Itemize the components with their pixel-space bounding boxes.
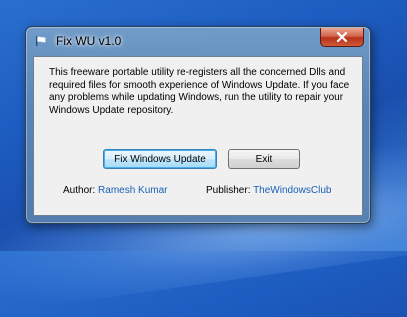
title-bar[interactable]: Fix WU v1.0 [26,27,370,55]
author-info: Author: Ramesh Kumar [63,185,168,196]
window-title: Fix WU v1.0 [56,34,122,48]
close-button[interactable] [320,28,364,47]
author-name-link[interactable]: Ramesh Kumar [98,185,167,196]
dialog-body: This freeware portable utility re-regist… [33,56,363,216]
fix-windows-update-button[interactable]: Fix Windows Update [103,149,217,169]
publisher-info: Publisher: TheWindowsClub [206,185,331,196]
publisher-label: Publisher: [206,185,251,196]
description-text: This freeware portable utility re-regist… [49,67,350,116]
author-label: Author: [63,185,96,196]
app-flag-icon [36,36,46,46]
publisher-name-link[interactable]: TheWindowsClub [253,185,331,196]
close-icon [336,32,348,42]
app-window: Fix WU v1.0 This freeware portable utili… [25,26,371,224]
exit-button[interactable]: Exit [228,149,300,169]
